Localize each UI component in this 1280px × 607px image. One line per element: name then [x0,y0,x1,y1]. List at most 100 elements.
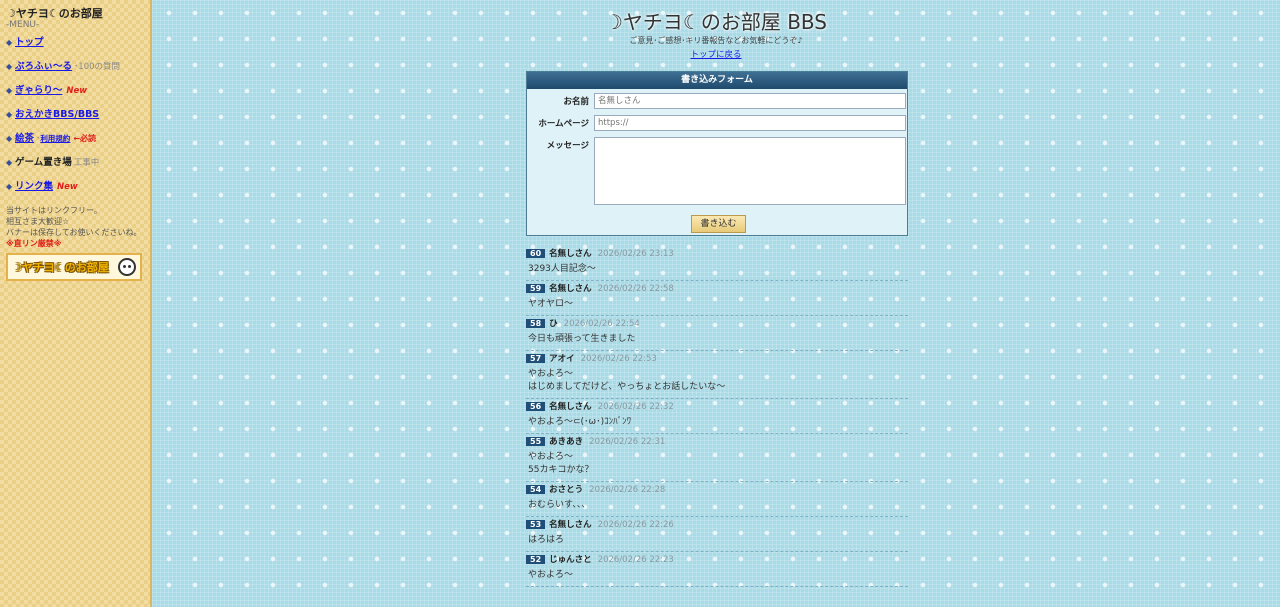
nav-note-profile: ･100の質問 [74,62,121,72]
post-timestamp: 2026/02/26 22:26 [597,520,674,530]
post-number-badge: 53 [526,520,546,529]
post-header: 53 名無しさん 2026/02/26 22:26 [526,520,908,531]
post-timestamp: 2026/02/26 23:13 [597,249,674,259]
name-label: お名前 [563,97,589,107]
nav-item-gallery: ◆ ぎゃらり～ New [6,85,150,97]
diamond-bullet-icon: ◆ [6,86,13,95]
nav-item-oekaki-bbs: ◆ おえかきBBS/BBS [6,109,150,121]
info-line: 当サイトはリンクフリー。 [6,206,102,215]
homepage-label: ホームページ [538,119,589,129]
post-item: 52 じゅんさと 2026/02/26 22:23 やおよろ～ [526,555,908,587]
diamond-bullet-icon: ◆ [6,182,13,191]
post-item: 57 アオイ 2026/02/26 22:53 やおよろ～ はじめましてだけど、やっちょ… [526,354,908,399]
page-title: ☽ヤチヨ☾のお部屋 BBS [604,10,827,34]
post-number-badge: 54 [526,485,546,494]
diamond-bullet-icon: ◆ [6,110,13,119]
post-list: 60 名無しさん 2026/02/26 23:13 3293人目記念～ 59 名無しさん 2… [526,249,908,590]
post-header: 60 名無しさん 2026/02/26 23:13 [526,249,908,260]
post-line: ヤオヤロ～ [528,299,574,309]
nav-item-links: ◆ リンク集 New [6,181,150,193]
post-author: じゅんさと [549,555,592,565]
post-author: 名無しさん [549,402,592,412]
nav-link-profile[interactable]: ぷろふぃ～る [15,61,72,72]
post-number-badge: 60 [526,249,546,258]
post-timestamp: 2026/02/26 22:53 [580,354,657,364]
post-form: 書き込みフォーム お名前 ホームページ メッセージ 書き込む [526,71,908,236]
nav-item-ecchat: ◆ 絵茶 ･利用規約 ←必読 [6,133,150,145]
post-timestamp: 2026/02/26 22:23 [597,555,674,565]
post-number-badge: 57 [526,354,546,363]
post-timestamp: 2026/02/26 22:32 [597,402,674,412]
post-header: 55 あきあき 2026/02/26 22:31 [526,437,908,448]
new-badge: New [66,86,88,96]
post-header: 54 おさとう 2026/02/26 22:28 [526,485,908,496]
cat-face-icon [118,258,136,276]
post-author: 名無しさん [549,284,592,294]
post-author: 名無しさん [549,249,592,259]
post-body: やおよろ～ はじめましてだけど、やっちょとお話したいな～ [526,365,908,398]
post-line: 55カキコかな？ [528,465,594,475]
post-line: やおよろ～ [528,369,574,379]
post-line: はじめましてだけど、やっちょとお話したいな～ [528,382,726,392]
diamond-bullet-icon: ◆ [6,38,13,47]
required-note: ←必読 [73,134,97,143]
post-line: やおよろ～⊂(･ω･)ｺﾝﾊﾞﾝﾜ [528,417,632,427]
post-item: 59 名無しさん 2026/02/26 22:58 ヤオヤロ～ [526,284,908,316]
post-item: 55 あきあき 2026/02/26 22:31 やおよろ～ 55カキコかな？ [526,437,908,482]
post-item: 53 名無しさん 2026/02/26 22:26 はろはろ [526,520,908,552]
nav-item-top: ◆ トップ [6,37,150,49]
main-content: ☽ヤチヨ☾のお部屋 BBS ご意見･ご感想･キリ番報告などお気軽にどうぞ♪ トッ… [152,0,1280,587]
banner-text: ☽ヤチヨ☾のお部屋 [12,261,109,274]
post-body: 今日も頑張って生きました [526,330,908,350]
post-header: 56 名無しさん 2026/02/26 22:32 [526,402,908,413]
nav-note-games: 工事中 [73,158,100,168]
nav-link-top[interactable]: トップ [15,37,44,48]
info-line: 相互さま大歓迎☆ [6,217,70,226]
site-title: ☽ヤチヨ☾のお部屋 [6,7,103,20]
post-line: やおよろ～ [528,452,574,462]
name-input[interactable] [594,93,906,109]
nav-link-links[interactable]: リンク集 [15,181,53,192]
post-line: 今日も頑張って生きました [528,334,636,344]
diamond-bullet-icon: ◆ [6,158,13,167]
post-author: アオイ [549,354,575,364]
post-author: 名無しさん [549,520,592,530]
site-banner[interactable]: ☽ヤチヨ☾のお部屋 [6,253,142,281]
post-body: おむらいす、、、 [526,496,908,516]
bbs-header: ☽ヤチヨ☾のお部屋 BBS ご意見･ご感想･キリ番報告などお気軽にどうぞ♪ トッ… [152,10,1280,60]
back-to-top-link[interactable]: トップに戻る [690,50,741,60]
post-line: 3293人目記念～ [528,264,596,274]
nav-link-ecchat[interactable]: 絵茶 [15,133,34,144]
nav-link-oekaki-bbs[interactable]: おえかきBBS/BBS [15,109,99,120]
post-line: やおよろ～ [528,570,574,580]
nav-item-games: ◆ ゲーム置き場 工事中 [6,157,150,169]
post-body: ヤオヤロ～ [526,295,908,315]
post-timestamp: 2026/02/26 22:28 [589,485,666,495]
post-number-badge: 52 [526,555,546,564]
diamond-bullet-icon: ◆ [6,134,13,143]
nav-link-terms[interactable]: 利用規約 [40,134,70,143]
post-item: 54 おさとう 2026/02/26 22:28 おむらいす、、、 [526,485,908,517]
post-timestamp: 2026/02/26 22:54 [563,319,640,329]
post-body: やおよろ～ 55カキコかな？ [526,448,908,481]
message-textarea[interactable] [594,137,906,205]
post-timestamp: 2026/02/26 22:58 [597,284,674,294]
post-number-badge: 55 [526,437,546,446]
link-info: 当サイトはリンクフリー。 相互さま大歓迎☆ バナーは保存してお使いくださいね。 … [6,205,150,249]
nav-label-games: ゲーム置き場 [15,157,72,168]
post-body: 3293人目記念～ [526,260,908,280]
submit-button[interactable]: 書き込む [691,215,746,233]
post-line: はろはろ [528,535,565,545]
menu-label: -MENU- [6,20,40,30]
post-author: あきあき [549,437,584,447]
nav-item-profile: ◆ ぷろふぃ～る ･100の質問 [6,61,150,73]
post-item: 58 ひ 2026/02/26 22:54 今日も頑張って生きました [526,319,908,351]
sidebar: ☽ヤチヨ☾のお部屋 -MENU- ◆ トップ ◆ ぷろふぃ～る ･100の質問 ◆… [0,0,152,607]
info-warning: ※直リン厳禁※ [6,239,62,248]
page-subtitle: ご意見･ご感想･キリ番報告などお気軽にどうぞ♪ [629,36,803,45]
homepage-input[interactable] [594,115,906,131]
post-number-badge: 56 [526,402,546,411]
post-item: 56 名無しさん 2026/02/26 22:32 やおよろ～⊂(･ω･)ｺﾝﾊﾞﾝﾜ [526,402,908,434]
nav-link-gallery[interactable]: ぎゃらり～ [15,85,62,96]
post-author: ひ [549,319,558,329]
